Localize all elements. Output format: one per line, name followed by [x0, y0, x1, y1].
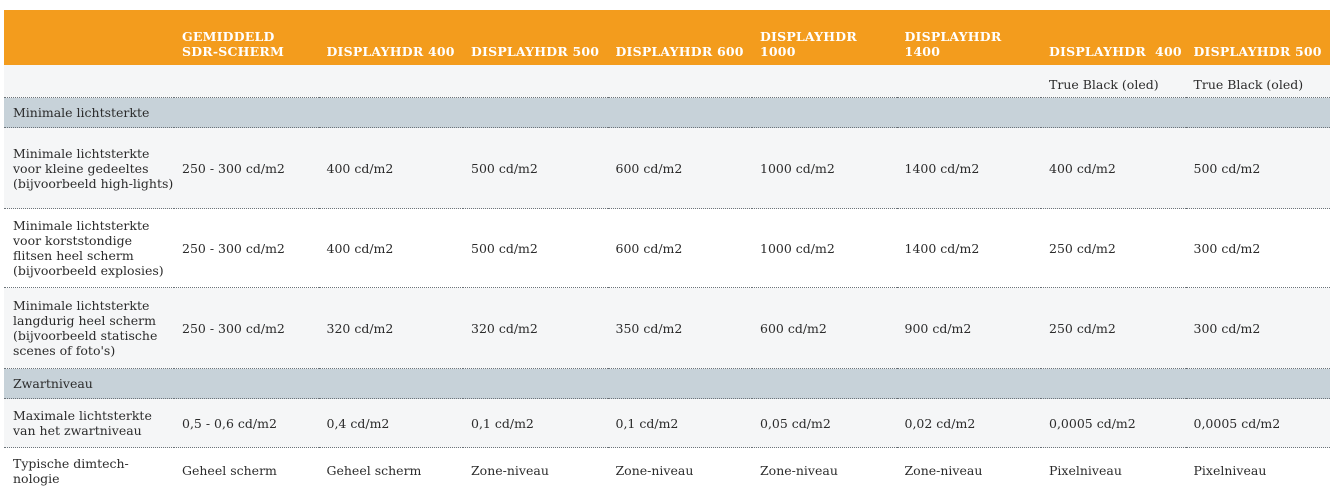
table-cell: Zone-niveau [607, 447, 752, 493]
table-cell: 500 cd/m2 [463, 208, 608, 288]
table-cell: 0,1 cd/m2 [463, 398, 608, 448]
table-cell: 1000 cd/m2 [752, 208, 897, 288]
table-cell: 1000 cd/m2 [752, 127, 897, 209]
table-row: Maximale lichtsterkte van het zwartnivea… [4, 398, 1330, 448]
table-row: Minimale lichtsterkte voor kleine gedeel… [4, 127, 1330, 209]
table-row: Minimale lichtsterkte voor korststondige… [4, 208, 1330, 288]
table-cell: Pixelniveau [1185, 447, 1330, 493]
header-cell [4, 10, 174, 65]
section-row-brightness: Minimale lichtsterkte [4, 97, 1330, 128]
subheader-row: True Black (oled) True Black (oled) [4, 65, 1330, 98]
subheader-cell: True Black (oled) [1041, 65, 1186, 98]
header-cell: DISPLAYHDR 400 [318, 10, 463, 65]
row-label: Maximale lichtsterkte van het zwartnivea… [4, 398, 174, 448]
table-cell: Pixelniveau [1041, 447, 1186, 493]
table-cell: 250 - 300 cd/m2 [174, 127, 319, 209]
table-cell: 400 cd/m2 [318, 127, 463, 209]
header-cell: DISPLAYHDR 400 [1041, 10, 1186, 65]
section-title: Zwartniveau [4, 368, 1330, 399]
row-label: Minimale lichtsterkte voor kleine gedeel… [4, 127, 174, 209]
table-cell: 1400 cd/m2 [896, 208, 1041, 288]
table-row: Typische dimtech-nologie Geheel scherm G… [4, 447, 1330, 493]
header-line: GEMIDDELD [182, 29, 275, 44]
section-row-black-level: Zwartniveau [4, 368, 1330, 399]
table-cell: 500 cd/m2 [1185, 127, 1330, 209]
hdr-comparison-table-container: GEMIDDELD SDR-SCHERM DISPLAYHDR 400 DISPL… [4, 10, 1330, 493]
table-cell: 250 cd/m2 [1041, 208, 1186, 288]
header-cell: DISPLAYHDR 600 [607, 10, 752, 65]
table-cell: 400 cd/m2 [318, 208, 463, 288]
hdr-comparison-table: GEMIDDELD SDR-SCHERM DISPLAYHDR 400 DISPL… [4, 10, 1330, 493]
header-cell: DISPLAYHDR 500 [1185, 10, 1330, 65]
header-cell: DISPLAYHDR 1400 [896, 10, 1041, 65]
table-cell: 0,05 cd/m2 [752, 398, 897, 448]
table-cell: Geheel scherm [174, 447, 319, 493]
table-cell: 250 - 300 cd/m2 [174, 208, 319, 288]
table-cell: 0,4 cd/m2 [318, 398, 463, 448]
subheader-cell [318, 65, 463, 98]
table-cell: 600 cd/m2 [752, 287, 897, 369]
table-cell: 250 - 300 cd/m2 [174, 287, 319, 369]
table-cell: 350 cd/m2 [607, 287, 752, 369]
table-cell: 320 cd/m2 [318, 287, 463, 369]
table-cell: 320 cd/m2 [463, 287, 608, 369]
table-cell: 1400 cd/m2 [896, 127, 1041, 209]
section-title: Minimale lichtsterkte [4, 97, 1330, 128]
table-cell: 300 cd/m2 [1185, 208, 1330, 288]
table-cell: 0,02 cd/m2 [896, 398, 1041, 448]
table-cell: 600 cd/m2 [607, 127, 752, 209]
row-label: Minimale lichtsterkte voor korststondige… [4, 208, 174, 288]
table-cell: 300 cd/m2 [1185, 287, 1330, 369]
table-cell: 0,0005 cd/m2 [1041, 398, 1186, 448]
header-cell: GEMIDDELD SDR-SCHERM [174, 10, 319, 65]
table-cell: 500 cd/m2 [463, 127, 608, 209]
table-cell: 900 cd/m2 [896, 287, 1041, 369]
subheader-cell [174, 65, 319, 98]
row-label: Typische dimtech-nologie [4, 447, 174, 493]
subheader-cell [4, 65, 174, 98]
subheader-cell: True Black (oled) [1185, 65, 1330, 98]
header-cell: DISPLAYHDR 500 [463, 10, 608, 65]
table-cell: Zone-niveau [752, 447, 897, 493]
table-cell: 0,0005 cd/m2 [1185, 398, 1330, 448]
table-cell: Geheel scherm [318, 447, 463, 493]
subheader-cell [752, 65, 897, 98]
table-row: Minimale lichtsterkte langdurig heel sch… [4, 287, 1330, 369]
subheader-cell [463, 65, 608, 98]
subheader-cell [896, 65, 1041, 98]
header-row: GEMIDDELD SDR-SCHERM DISPLAYHDR 400 DISPL… [4, 10, 1330, 65]
table-cell: 600 cd/m2 [607, 208, 752, 288]
table-cell: Zone-niveau [463, 447, 608, 493]
row-label: Minimale lichtsterkte langdurig heel sch… [4, 287, 174, 369]
subheader-cell [607, 65, 752, 98]
header-line: SDR-SCHERM [182, 44, 284, 59]
table-cell: 0,5 - 0,6 cd/m2 [174, 398, 319, 448]
table-cell: Zone-niveau [896, 447, 1041, 493]
table-cell: 0,1 cd/m2 [607, 398, 752, 448]
table-cell: 250 cd/m2 [1041, 287, 1186, 369]
table-cell: 400 cd/m2 [1041, 127, 1186, 209]
header-cell: DISPLAYHDR 1000 [752, 10, 897, 65]
